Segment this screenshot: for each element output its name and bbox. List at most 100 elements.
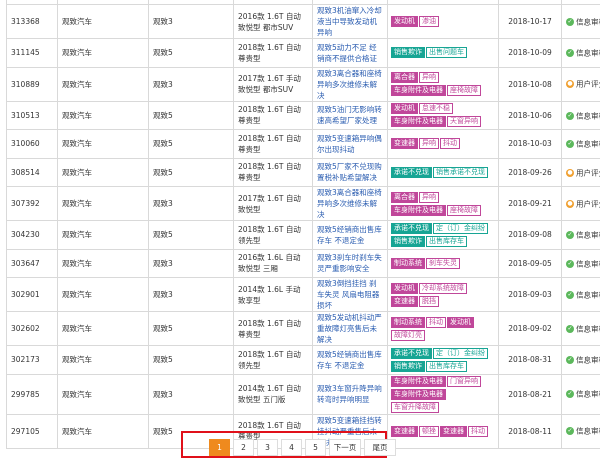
check-circle-icon: ✓ xyxy=(566,259,574,268)
row-date: 2018-08-11 xyxy=(498,413,562,449)
page-button-3[interactable]: 3 xyxy=(257,439,278,456)
row-date: 2018-08-31 xyxy=(498,345,562,375)
row-date: 2018-10-17 xyxy=(498,4,562,39)
issue-tag[interactable]: 承诺不兑现 xyxy=(391,166,432,178)
row-title[interactable]: 观致5动力不足 经销商不提供合格证 xyxy=(312,38,388,68)
issue-tag[interactable]: 抖动 xyxy=(426,316,446,328)
row-brand: 观致汽车 xyxy=(57,129,149,159)
row-title[interactable]: 观致5经销商出售库存车 不退定金 xyxy=(312,220,388,250)
status-label: 信息审核 xyxy=(576,355,600,365)
issue-tag[interactable]: 变速器 xyxy=(391,138,418,150)
row-brand: 观致汽车 xyxy=(57,220,149,250)
row-title[interactable]: 观致5变速箱异响偶尔出现抖动 xyxy=(312,129,388,159)
issue-tag[interactable]: 制动系统 xyxy=(391,316,425,328)
row-series: 观致5 xyxy=(148,220,234,250)
status-label: 信息审核 xyxy=(576,259,600,268)
issue-tag[interactable]: 变速器 xyxy=(440,425,467,437)
issue-tag[interactable]: 离合器 xyxy=(391,191,418,203)
row-series: 观致5 xyxy=(148,345,234,375)
page-button-1[interactable]: 1 xyxy=(209,439,230,456)
page-button-2[interactable]: 2 xyxy=(233,439,254,456)
table-row: 303647 观致汽车 观致3 2016款 1.6L 自动 致悦型 三厢 观致3刹车时刹… xyxy=(6,248,600,278)
issue-tag[interactable]: 出售库存车 xyxy=(426,235,467,247)
issue-tag[interactable]: 承诺不兑现 xyxy=(391,347,432,359)
table-row: 307392 观致汽车 观致3 2017款 1.6T 自动 致悦型 观致3离合器和座椅异… xyxy=(6,186,600,221)
row-model: 2018款 1.6T 自动 领先型 xyxy=(233,220,313,250)
table-row: 302173 观致汽车 观致5 2018款 1.6T 自动 领先型 观致5经销商出售库存… xyxy=(6,345,600,375)
check-circle-icon: ✓ xyxy=(566,324,574,333)
issue-tag[interactable]: 变速器 xyxy=(391,295,418,307)
issue-tag[interactable]: 门窗异响 xyxy=(447,375,481,387)
issue-tag[interactable]: 异响 xyxy=(419,191,439,203)
row-brand: 观致汽车 xyxy=(57,277,149,312)
row-date: 2018-09-08 xyxy=(498,220,562,250)
row-title[interactable]: 观致5油门无影响转速高希望厂家处理 xyxy=(312,100,388,130)
row-tags: 发动机 冷却系统故障变速器 脱挡 xyxy=(387,277,499,312)
row-title[interactable]: 观致5厂家不兑现购置税补贴希望解决 xyxy=(312,157,388,187)
issue-tag[interactable]: 脱挡 xyxy=(419,295,439,307)
issue-tag[interactable]: 变速器 xyxy=(391,425,418,437)
issue-tag[interactable]: 销售欺诈 xyxy=(391,235,425,247)
row-title[interactable]: 观致3离合器和座椅异响多次维修未解决 xyxy=(312,186,388,221)
row-title[interactable]: 观致5发动机抖动严重故障灯亮售后未解决 xyxy=(312,311,388,346)
issue-tag[interactable]: 销售欺诈 xyxy=(391,47,425,59)
issue-tag[interactable]: 车身附件及电器 xyxy=(391,85,446,96)
page-button-4[interactable]: 4 xyxy=(281,439,302,456)
issue-tag[interactable]: 天窗异响 xyxy=(447,116,481,128)
issue-tag[interactable]: 定（订）金纠纷 xyxy=(433,222,488,234)
row-title[interactable]: 观致3机油窜入冷却液当中导致发动机异响 xyxy=(312,4,388,39)
row-brand: 观致汽车 xyxy=(57,4,149,39)
row-brand: 观致汽车 xyxy=(57,157,149,187)
status-label: 信息审核 xyxy=(576,389,600,399)
issue-tag[interactable]: 车身附件及电器 xyxy=(391,204,446,216)
issue-tag[interactable]: 座椅故障 xyxy=(447,204,481,216)
issue-tag[interactable]: 销售欺诈 xyxy=(391,360,425,372)
issue-tag[interactable]: 发动机 xyxy=(391,282,418,294)
issue-tag[interactable]: 异响 xyxy=(419,138,439,150)
row-title[interactable]: 观致3车窗升降异响 转弯时异响明显 xyxy=(312,373,388,415)
last-page-button[interactable]: 尾页 xyxy=(364,439,396,456)
row-title[interactable]: 观致3倒挡挂挡 刹车失灵 风扇电阻器损坏 xyxy=(312,277,388,312)
row-title[interactable]: 观致5经销商出售库存车 不退定金 xyxy=(312,345,388,375)
row-brand: 观致汽车 xyxy=(57,100,149,130)
issue-tag[interactable]: 怠速不稳 xyxy=(419,103,453,115)
row-tags: 离合器 异响车身附件及电器 座椅故障 xyxy=(387,66,499,102)
status-label: 用户评分 xyxy=(576,79,600,89)
issue-tag[interactable]: 座椅故障 xyxy=(447,85,481,96)
issue-tag[interactable]: 车身附件及电器 xyxy=(391,388,446,400)
issue-tag[interactable]: 承诺不兑现 xyxy=(391,222,432,234)
row-tags: 变速器 异响 抖动 xyxy=(387,129,499,159)
row-title[interactable]: 观致3刹车时刹车失灵严重影响安全 xyxy=(312,248,388,278)
row-tags: 变速器 顿挫 变速器 抖动 xyxy=(387,413,499,449)
page-button-5[interactable]: 5 xyxy=(305,439,326,456)
issue-tag[interactable]: 出售库存车 xyxy=(426,360,467,372)
check-circle-icon: ✓ xyxy=(566,49,574,57)
issue-tag[interactable]: 刹车失灵 xyxy=(426,257,460,269)
issue-tag[interactable]: 抖动 xyxy=(440,138,460,150)
issue-tag[interactable]: 离合器 xyxy=(391,72,418,83)
row-id: 302602 xyxy=(6,311,58,346)
issue-tag[interactable]: 销售承诺不兑现 xyxy=(433,166,488,178)
issue-tag[interactable]: 冷却系统故障 xyxy=(419,282,467,294)
issue-tag[interactable]: 异响 xyxy=(419,72,439,83)
row-title[interactable]: 观致3离合器和座椅异响多次维修未解决 xyxy=(312,66,388,102)
issue-tag[interactable]: 抖动 xyxy=(468,425,488,437)
row-model: 2018款 1.6T 自动 尊贵型 xyxy=(233,129,313,159)
issue-tag[interactable]: 渗油 xyxy=(419,16,439,27)
row-model: 2016款 1.6L 自动 致悦型 三厢 xyxy=(233,248,313,278)
issue-tag[interactable]: 车窗升降故障 xyxy=(391,401,439,413)
issue-tag[interactable]: 发动机 xyxy=(391,103,418,115)
issue-tag[interactable]: 制动系统 xyxy=(391,257,425,269)
next-page-button[interactable]: 下一页 xyxy=(329,439,361,456)
issue-tag[interactable]: 发动机 xyxy=(447,316,474,328)
issue-tag[interactable]: 顿挫 xyxy=(419,425,439,437)
issue-tag[interactable]: 出售问题车 xyxy=(426,47,467,59)
issue-tag[interactable]: 故障灯亮 xyxy=(391,329,425,341)
row-status: ✓信息审核 xyxy=(561,311,600,346)
issue-tag[interactable]: 定（订）金纠纷 xyxy=(433,347,488,359)
row-id: 310060 xyxy=(6,129,58,159)
issue-tag[interactable]: 车身附件及电器 xyxy=(391,116,446,128)
issue-tag[interactable]: 车身附件及电器 xyxy=(391,375,446,387)
issue-tag[interactable]: 发动机 xyxy=(391,16,418,27)
row-id: 311145 xyxy=(6,38,58,68)
